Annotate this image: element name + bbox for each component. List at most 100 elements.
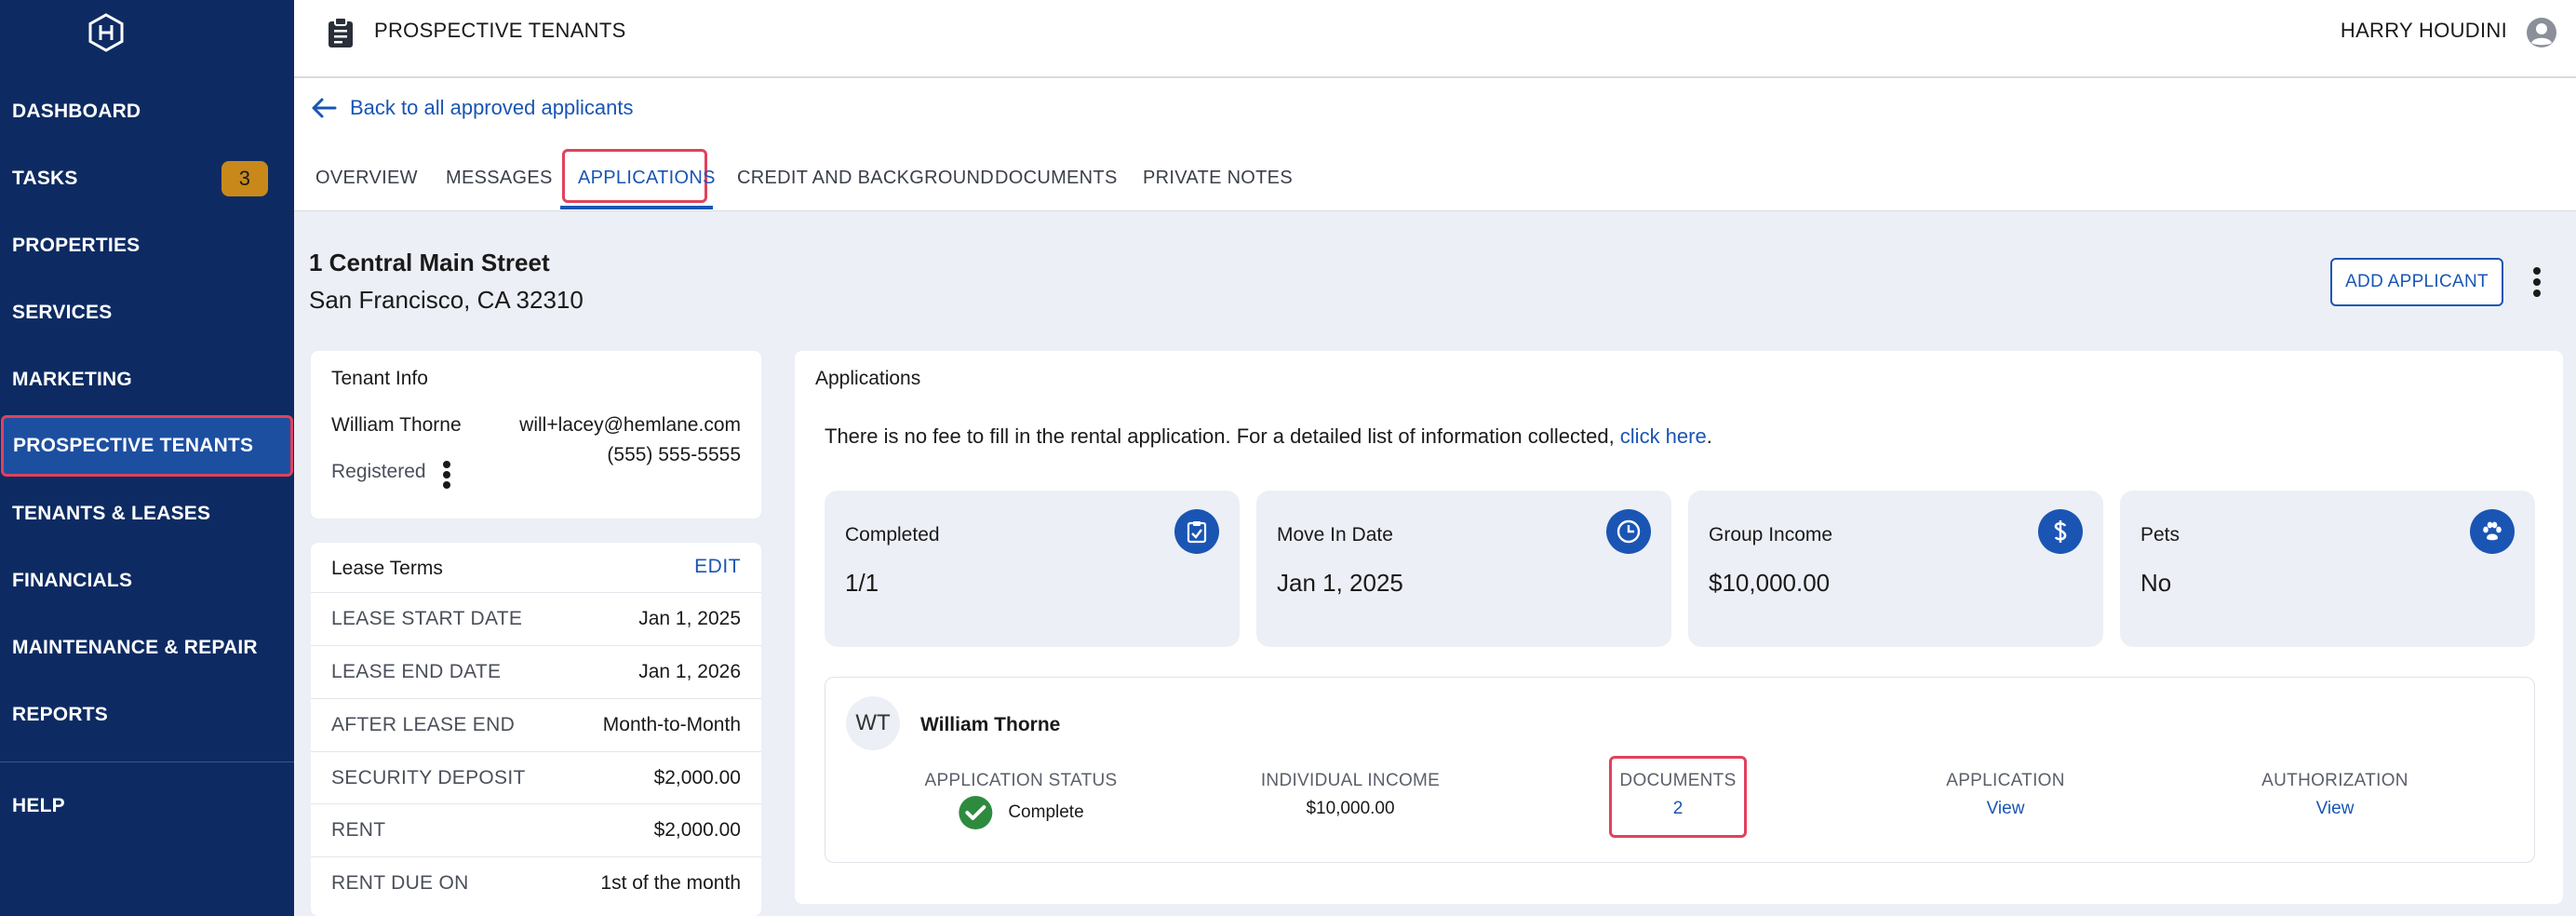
sidebar-item-label: REPORTS	[12, 704, 108, 725]
tenant-status: Registered	[331, 461, 426, 482]
sidebar-item-label: PROSPECTIVE TENANTS	[13, 435, 254, 456]
tenant-info-title: Tenant Info	[331, 368, 428, 389]
tenant-email: will+lacey@hemlane.com	[519, 414, 741, 436]
documents-count-link[interactable]: 2	[1673, 799, 1684, 819]
sidebar-item-label: DASHBOARD	[12, 101, 141, 122]
applications-panel: Applications There is no fee to fill in …	[795, 351, 2563, 904]
sidebar-item-tasks[interactable]: TASKS 3	[0, 148, 294, 209]
sidebar-item-financials[interactable]: FINANCIALS	[0, 550, 294, 612]
lease-label: AFTER LEASE END	[331, 714, 516, 735]
view-application-link[interactable]: View	[1987, 799, 2025, 819]
stat-card-pets: Pets No	[2120, 491, 2535, 647]
applications-title: Applications	[815, 368, 921, 389]
tenant-name: William Thorne	[331, 414, 462, 436]
sidebar-item-dashboard[interactable]: DASHBOARD	[0, 81, 294, 142]
sidebar-item-help[interactable]: HELP	[0, 775, 294, 837]
add-applicant-button[interactable]: ADD APPLICANT	[2330, 258, 2503, 306]
stat-value: Jan 1, 2025	[1277, 569, 1403, 597]
main-content: 1 Central Main Street San Francisco, CA …	[294, 211, 2576, 916]
stat-card-group-income: Group Income $10,000.00	[1688, 491, 2103, 647]
sidebar-item-label: PROPERTIES	[12, 235, 141, 256]
applicant-card: WT William Thorne APPLICATION STATUS Com…	[825, 677, 2535, 863]
sidebar-item-label: TASKS	[12, 168, 78, 189]
sidebar-item-maintenance-repair[interactable]: MAINTENANCE & REPAIR	[0, 617, 294, 679]
sidebar-item-label: MAINTENANCE & REPAIR	[12, 637, 258, 658]
stat-value: No	[2140, 569, 2172, 597]
sidebar-item-tenants-leases[interactable]: TENANTS & LEASES	[0, 483, 294, 545]
tenant-phone: (555) 555-5555	[607, 444, 741, 465]
dollar-icon	[2038, 509, 2083, 554]
tab-bar: OVERVIEW MESSAGES APPLICATIONS CREDIT AN…	[294, 149, 2576, 211]
application-label: APPLICATION	[1946, 771, 2065, 790]
edit-lease-terms-link[interactable]: EDIT	[694, 556, 741, 578]
lease-value: Jan 1, 2026	[638, 661, 741, 682]
stat-label: Pets	[2140, 524, 2180, 546]
lease-value: Month-to-Month	[602, 714, 741, 735]
stat-card-completed: Completed 1/1	[825, 491, 1240, 647]
paw-icon	[2470, 509, 2515, 554]
avatar: WT	[846, 696, 900, 750]
tab-documents[interactable]: DOCUMENTS	[995, 149, 1118, 207]
sidebar-item-prospective-tenants[interactable]: PROSPECTIVE TENANTS	[1, 415, 293, 477]
view-authorization-link[interactable]: View	[2316, 799, 2355, 819]
hemlane-logo-icon[interactable]	[86, 12, 127, 53]
clipboard-icon	[329, 17, 353, 47]
top-header: PROSPECTIVE TENANTS HARRY HOUDINI	[294, 0, 2576, 78]
lease-row: LEASE END DATE Jan 1, 2026	[311, 645, 761, 698]
sidebar-item-properties[interactable]: PROPERTIES	[0, 215, 294, 276]
lease-row: LEASE START DATE Jan 1, 2025	[311, 592, 761, 645]
stat-label: Group Income	[1709, 524, 1833, 546]
arrow-left-icon	[312, 98, 337, 118]
sidebar-item-reports[interactable]: REPORTS	[0, 684, 294, 746]
lease-value: $2,000.00	[653, 819, 741, 841]
authorization-label: AUTHORIZATION	[2261, 771, 2408, 790]
tab-credit-background[interactable]: CREDIT AND BACKGROUND	[737, 149, 994, 207]
application-status-label: APPLICATION STATUS	[924, 771, 1118, 790]
user-name[interactable]: HARRY HOUDINI	[2341, 19, 2507, 43]
applicant-name: William Thorne	[920, 714, 1061, 735]
property-address-city: San Francisco, CA 32310	[309, 286, 584, 314]
tenant-more-options-icon[interactable]	[441, 461, 452, 489]
sidebar-item-marketing[interactable]: MARKETING	[0, 349, 294, 411]
status-text: Complete	[1008, 802, 1084, 822]
sidebar-divider	[0, 761, 294, 762]
documents-highlight-box	[1609, 756, 1747, 838]
lease-value: $2,000.00	[653, 767, 741, 788]
back-to-applicants-link[interactable]: Back to all approved applicants	[311, 96, 634, 120]
lease-value: Jan 1, 2025	[638, 608, 741, 629]
tab-applications[interactable]: APPLICATIONS	[578, 149, 716, 207]
tab-messages[interactable]: MESSAGES	[446, 149, 553, 207]
lease-label: SECURITY DEPOSIT	[331, 767, 526, 788]
application-fee-note: There is no fee to fill in the rental ap…	[825, 424, 1712, 449]
lease-label: RENT	[331, 819, 386, 841]
more-options-icon[interactable]	[2531, 267, 2542, 297]
property-address-street: 1 Central Main Street	[309, 249, 550, 276]
sidebar-item-label: FINANCIALS	[12, 570, 133, 591]
tab-private-notes[interactable]: PRIVATE NOTES	[1143, 149, 1293, 207]
sidebar: DASHBOARD TASKS 3 PROPERTIES SERVICES MAR…	[0, 0, 294, 916]
clock-icon	[1606, 509, 1651, 554]
lease-row: RENT $2,000.00	[311, 803, 761, 856]
sidebar-item-label: HELP	[12, 795, 65, 816]
sidebar-item-services[interactable]: SERVICES	[0, 282, 294, 344]
individual-income-label: INDIVIDUAL INCOME	[1260, 771, 1441, 790]
lease-row: RENT DUE ON 1st of the month	[311, 856, 761, 909]
stat-value: $10,000.00	[1709, 569, 1831, 597]
individual-income-value: $10,000.00	[1306, 799, 1395, 818]
lease-label: LEASE START DATE	[331, 608, 523, 629]
check-circle-icon	[959, 796, 993, 829]
lease-row: SECURITY DEPOSIT $2,000.00	[311, 751, 761, 804]
sidebar-item-label: SERVICES	[12, 302, 113, 323]
click-here-link[interactable]: click here	[1620, 424, 1707, 448]
application-status-value: Complete	[958, 795, 1084, 830]
user-avatar-icon[interactable]	[2526, 17, 2557, 48]
documents-label: DOCUMENTS	[1619, 771, 1737, 790]
lease-row: AFTER LEASE END Month-to-Month	[311, 698, 761, 751]
page-title: PROSPECTIVE TENANTS	[374, 19, 626, 42]
lease-value: 1st of the month	[600, 872, 741, 894]
tab-overview[interactable]: OVERVIEW	[315, 149, 418, 207]
back-link-label: Back to all approved applicants	[350, 96, 634, 119]
note-end: .	[1706, 424, 1712, 448]
stat-label: Completed	[845, 524, 940, 546]
tasks-count-badge: 3	[221, 161, 268, 196]
